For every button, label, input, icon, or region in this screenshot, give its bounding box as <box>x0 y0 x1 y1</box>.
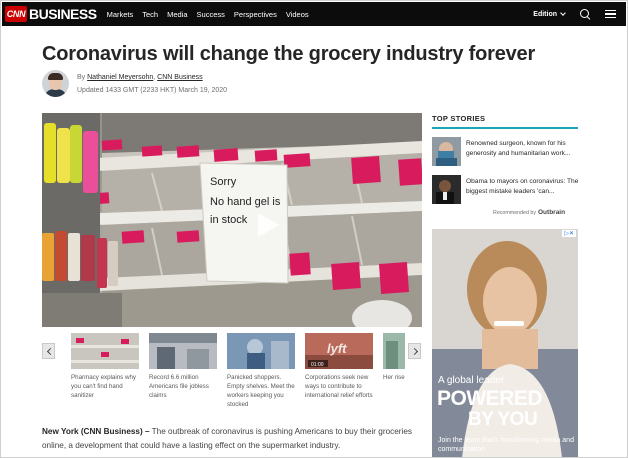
business-wordmark: BUSINESS <box>29 6 97 22</box>
carousel-caption: Record 6.6 million Americans file jobles… <box>149 374 209 399</box>
top-navigation-bar: CNN BUSINESS Markets Tech Media Success … <box>2 2 626 26</box>
ad-footer-text: Join the team that's transforming media … <box>438 437 574 453</box>
hamburger-menu-icon[interactable] <box>605 9 616 19</box>
top-story-thumbnail <box>432 175 461 204</box>
hero-video[interactable]: Sorry No hand gel is in stock <box>42 113 422 327</box>
recommended-label: Recommended by <box>493 209 536 216</box>
empty-shelves-image: Sorry No hand gel is in stock <box>42 113 422 327</box>
carousel-next-button[interactable] <box>408 343 421 359</box>
video-duration-badge: 01:00 <box>311 362 324 368</box>
byline-prefix: By <box>77 74 88 81</box>
carousel-item[interactable]: lyft 01:00 Corporations seek new ways to … <box>305 333 373 400</box>
nav-link-success[interactable]: Success <box>197 10 225 19</box>
carousel-item[interactable]: Panicked shoppers. Empty shelves. Meet t… <box>227 333 295 409</box>
top-stories-heading: TOP STORIES <box>432 114 486 123</box>
carousel-caption: Corporations seek new ways to contribute… <box>305 374 373 399</box>
carousel-thumbnail <box>227 333 295 369</box>
ad-choices-icon[interactable]: ▷✕ <box>562 230 576 237</box>
lede-dateline: New York (CNN Business) – <box>42 427 150 436</box>
top-stories-divider <box>432 127 578 129</box>
top-story-item[interactable]: Obama to mayors on coronavirus: The bigg… <box>432 175 580 204</box>
outbrain-logo: Outbrain <box>538 209 566 216</box>
cnn-business-logo[interactable]: CNN BUSINESS <box>5 4 97 24</box>
carousel-caption: Her rise <box>383 374 405 381</box>
carousel-prev-button[interactable] <box>42 343 55 359</box>
top-story-item[interactable]: Renowned surgeon, known for his generosi… <box>432 137 580 166</box>
article-lede: New York (CNN Business) – The outbreak o… <box>42 425 427 453</box>
cnn-logo-mark: CNN <box>5 6 27 22</box>
byline: By Nathaniel Meyersohn, CNN Business Upd… <box>42 70 227 97</box>
search-icon[interactable] <box>579 8 591 20</box>
nav-link-markets[interactable]: Markets <box>107 10 134 19</box>
nav-link-media[interactable]: Media <box>167 10 187 19</box>
section-nav: Markets Tech Media Success Perspectives … <box>107 10 318 19</box>
article-headline: Coronavirus will change the grocery indu… <box>42 43 536 65</box>
carousel-caption: Panicked shoppers. Empty shelves. Meet t… <box>227 374 295 408</box>
nav-link-perspectives[interactable]: Perspectives <box>234 10 277 19</box>
carousel-item[interactable]: Record 6.6 million Americans file jobles… <box>149 333 217 400</box>
nav-right-controls: Edition <box>533 2 626 26</box>
carousel-thumbnail <box>149 333 217 369</box>
carousel-item[interactable]: Her rise <box>383 333 405 382</box>
byline-text: By Nathaniel Meyersohn, CNN Business Upd… <box>77 71 227 97</box>
chevron-down-icon <box>560 9 566 16</box>
top-story-thumbnail <box>432 137 461 166</box>
outlet-link[interactable]: CNN Business <box>157 74 203 81</box>
sign-line-1: Sorry <box>210 176 237 188</box>
video-carousel: Pharmacy explains why you can't find han… <box>42 333 422 413</box>
edition-dropdown[interactable]: Edition <box>533 9 566 18</box>
svg-text:lyft: lyft <box>327 341 347 356</box>
ad-headline-by-you: BY YOU <box>468 409 538 430</box>
ad-tagline: A global leader <box>438 375 505 386</box>
play-icon[interactable] <box>252 210 282 240</box>
nav-link-tech[interactable]: Tech <box>142 10 158 19</box>
carousel-item[interactable]: Pharmacy explains why you can't find han… <box>71 333 139 400</box>
carousel-thumbnail <box>383 333 405 369</box>
nav-link-videos[interactable]: Videos <box>286 10 309 19</box>
sign-line-2: No hand gel is <box>210 196 281 208</box>
author-link[interactable]: Nathaniel Meyersohn <box>87 74 153 81</box>
updated-timestamp: Updated 1433 GMT (2233 HKT) March 19, 20… <box>77 87 228 94</box>
carousel-caption: Pharmacy explains why you can't find han… <box>71 374 136 399</box>
ad-headline-powered: POWERED <box>437 387 543 410</box>
edition-label: Edition <box>533 10 557 18</box>
advertisement[interactable]: ▷✕ A global leader POWERED BY YOU Join t… <box>432 229 578 458</box>
top-story-title: Renowned surgeon, known for his generosi… <box>466 140 571 157</box>
author-avatar[interactable] <box>42 70 69 97</box>
carousel-thumbnail: lyft 01:00 <box>305 333 373 369</box>
carousel-thumbnail <box>71 333 139 369</box>
recommended-by-outbrain[interactable]: Recommended by Outbrain <box>493 209 565 216</box>
sign-line-3: in stock <box>210 214 248 226</box>
top-story-title: Obama to mayors on coronavirus: The bigg… <box>466 178 579 195</box>
